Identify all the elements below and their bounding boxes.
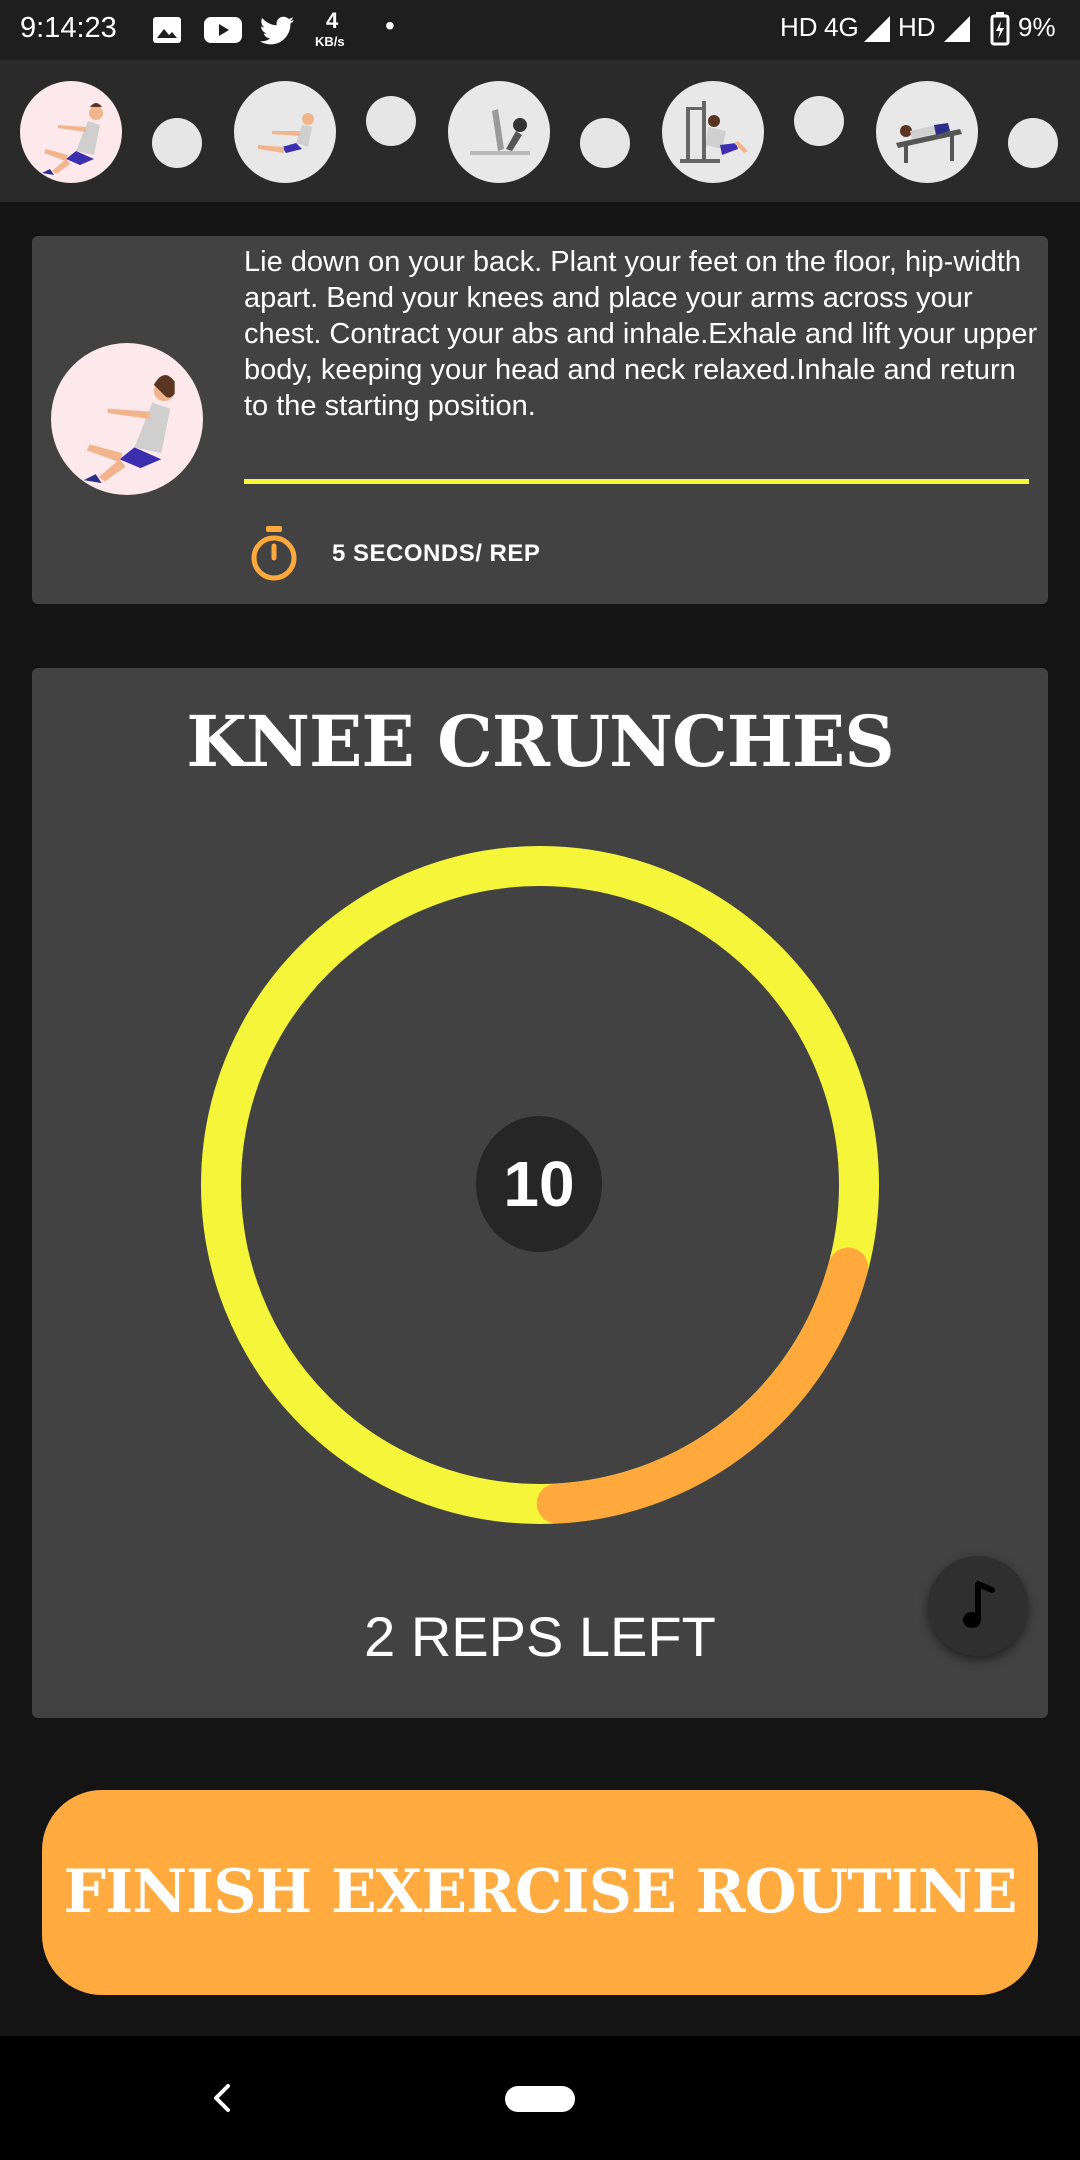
strip-separator-dot (1008, 118, 1058, 168)
machine-press-icon[interactable] (662, 81, 764, 183)
back-icon[interactable] (210, 2078, 234, 2118)
hd-label-2: HD (898, 12, 936, 42)
strip-separator-dot (152, 118, 202, 168)
rep-counter: 10 (476, 1116, 602, 1252)
v-sit-icon[interactable] (234, 81, 336, 183)
description-divider (244, 479, 1029, 484)
notification-dot: • (385, 10, 395, 41)
signal-icon-2 (944, 16, 970, 42)
music-button[interactable] (928, 1556, 1028, 1656)
ring-progress-arc (536, 1247, 869, 1524)
battery-percent: 9% (1018, 12, 1056, 42)
image-notification-icon (153, 17, 181, 43)
hd-label-1: HD (780, 12, 818, 42)
exercise-avatar (51, 343, 203, 495)
signal-icon (864, 16, 890, 42)
music-note-icon (963, 1581, 995, 1628)
exercise-description: Lie down on your back. Plant your feet o… (244, 246, 1038, 422)
strip-separator-dot (580, 118, 630, 168)
rep-duration: 5 SECONDS/ REP (332, 540, 541, 567)
twitter-notification-icon (259, 16, 294, 45)
youtube-notification-icon (204, 17, 242, 43)
strip-separator-dot (794, 96, 844, 146)
net-speed-value: 4 (326, 8, 339, 33)
exercise-strip (0, 60, 1080, 202)
stopwatch-icon (251, 526, 297, 581)
strip-separator-dot (366, 96, 416, 146)
reps-left-label: 2 REPS LEFT (364, 1605, 716, 1668)
home-pill-button[interactable] (505, 2086, 575, 2112)
incline-bench-icon[interactable] (876, 81, 978, 183)
knee-crunch-icon[interactable] (20, 81, 122, 183)
leg-raise-icon[interactable] (448, 81, 550, 183)
net-speed-unit: KB/s (315, 34, 345, 49)
status-bar: 9:14:23 4 KB/s • HD 4G HD 9% (0, 0, 1080, 60)
network-type: 4G (824, 12, 859, 42)
knee-crunch-illustration (83, 374, 175, 484)
status-time: 9:14:23 (20, 12, 117, 44)
finish-routine-button[interactable]: FINISH EXERCISE ROUTINE (42, 1790, 1038, 1995)
battery-icon (990, 12, 1010, 46)
exercise-title: KNEE CRUNCHES (186, 700, 895, 783)
